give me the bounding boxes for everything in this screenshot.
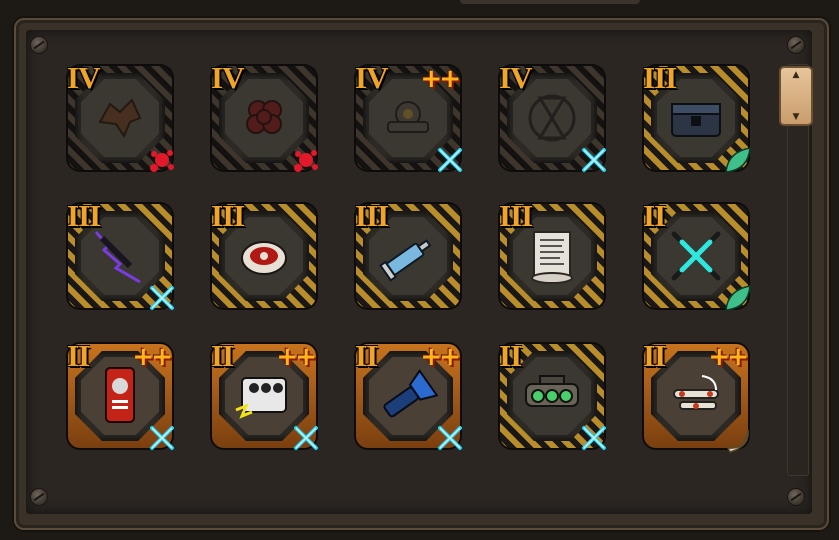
scroll-up-arrow-icon[interactable]: ▲ xyxy=(781,70,811,80)
inventory-slot[interactable]: IV xyxy=(496,60,610,176)
tier-label: III xyxy=(211,198,245,233)
inventory-slot[interactable]: III xyxy=(640,60,754,176)
tusk-icon xyxy=(722,422,754,454)
screw-icon xyxy=(30,488,48,506)
cyan-cross-icon xyxy=(434,144,466,176)
cyan-cross-icon xyxy=(434,422,466,454)
scrollbar-thumb[interactable]: ▲ ▼ xyxy=(779,66,813,126)
inventory-slot[interactable]: II xyxy=(496,338,610,454)
syringe-icon xyxy=(378,226,438,286)
tier-label: III xyxy=(499,198,533,233)
inventory-slot[interactable]: IV xyxy=(208,60,322,176)
inventory-slot[interactable]: II ++ xyxy=(640,338,754,454)
tier-label: II xyxy=(643,198,666,233)
inventory-slot[interactable]: III xyxy=(64,198,178,314)
inventory-slot[interactable]: IV ++ xyxy=(352,60,466,176)
night-vision-goggles-icon xyxy=(522,366,582,426)
top-edge-strip xyxy=(460,0,640,4)
tier-label: II xyxy=(643,338,666,373)
blood-splat-icon xyxy=(146,144,178,176)
inventory-slot[interactable]: III xyxy=(496,198,608,312)
cyan-cross-icon xyxy=(290,422,322,454)
upgrade-badge: ++ xyxy=(132,342,173,372)
metal-chest-icon xyxy=(666,88,726,148)
inventory-slot[interactable]: II xyxy=(640,198,754,314)
dark-hourglass-icon xyxy=(522,88,582,148)
cyan-cross-icon xyxy=(578,144,610,176)
inventory-screen: ▲ ▼ IV IV IV ++ IV III III III III III II II ++ II ++ I… xyxy=(0,0,839,540)
scroll-down-arrow-icon[interactable]: ▼ xyxy=(781,112,811,122)
tier-label: IV xyxy=(355,60,388,95)
bloody-bowl-icon xyxy=(234,226,294,286)
blood-splat-icon xyxy=(290,144,322,176)
cyan-cross-icon xyxy=(146,422,178,454)
green-leaf-icon xyxy=(722,282,754,314)
screw-icon xyxy=(787,36,805,54)
upgrade-badge: ++ xyxy=(276,342,317,372)
tier-label: III xyxy=(643,60,677,95)
tier-label: III xyxy=(67,198,101,233)
screw-icon xyxy=(30,36,48,54)
dark-leaf-relic-icon xyxy=(90,88,150,148)
electric-battery-icon xyxy=(234,366,294,426)
dark-gear-cluster-icon xyxy=(378,88,438,148)
upgrade-badge: ++ xyxy=(420,342,461,372)
tier-label: II xyxy=(499,338,522,373)
inventory-slot[interactable]: III xyxy=(208,198,320,312)
tier-label: II xyxy=(67,338,90,373)
upgrade-badge: ++ xyxy=(420,64,461,94)
tier-label: IV xyxy=(211,60,244,95)
purple-lightning-blade-icon xyxy=(90,226,150,286)
red-dog-tag-icon xyxy=(90,366,150,426)
bone-bundle-icon xyxy=(666,366,726,426)
green-leaf-icon xyxy=(722,144,754,176)
screw-icon xyxy=(787,488,805,506)
inventory-slot[interactable]: II ++ xyxy=(208,338,322,454)
tier-label: II xyxy=(355,338,378,373)
cyan-cross-icon xyxy=(146,282,178,314)
inventory-slot[interactable]: II ++ xyxy=(352,338,466,454)
inventory-slot[interactable]: IV xyxy=(64,60,178,176)
blue-flashlight-icon xyxy=(378,366,439,426)
upgrade-badge: ++ xyxy=(708,342,749,372)
inventory-slot[interactable]: II ++ xyxy=(64,338,178,454)
inventory-slot[interactable]: III xyxy=(352,198,464,312)
cyan-cross-icon xyxy=(578,422,610,454)
scroll-icon xyxy=(522,226,582,286)
crossed-cyan-blades-icon xyxy=(666,226,726,286)
dark-flower-relic-icon xyxy=(234,88,294,148)
tier-label: II xyxy=(211,338,234,373)
tier-label: III xyxy=(355,198,389,233)
tier-label: IV xyxy=(499,60,532,95)
tier-label: IV xyxy=(67,60,100,95)
